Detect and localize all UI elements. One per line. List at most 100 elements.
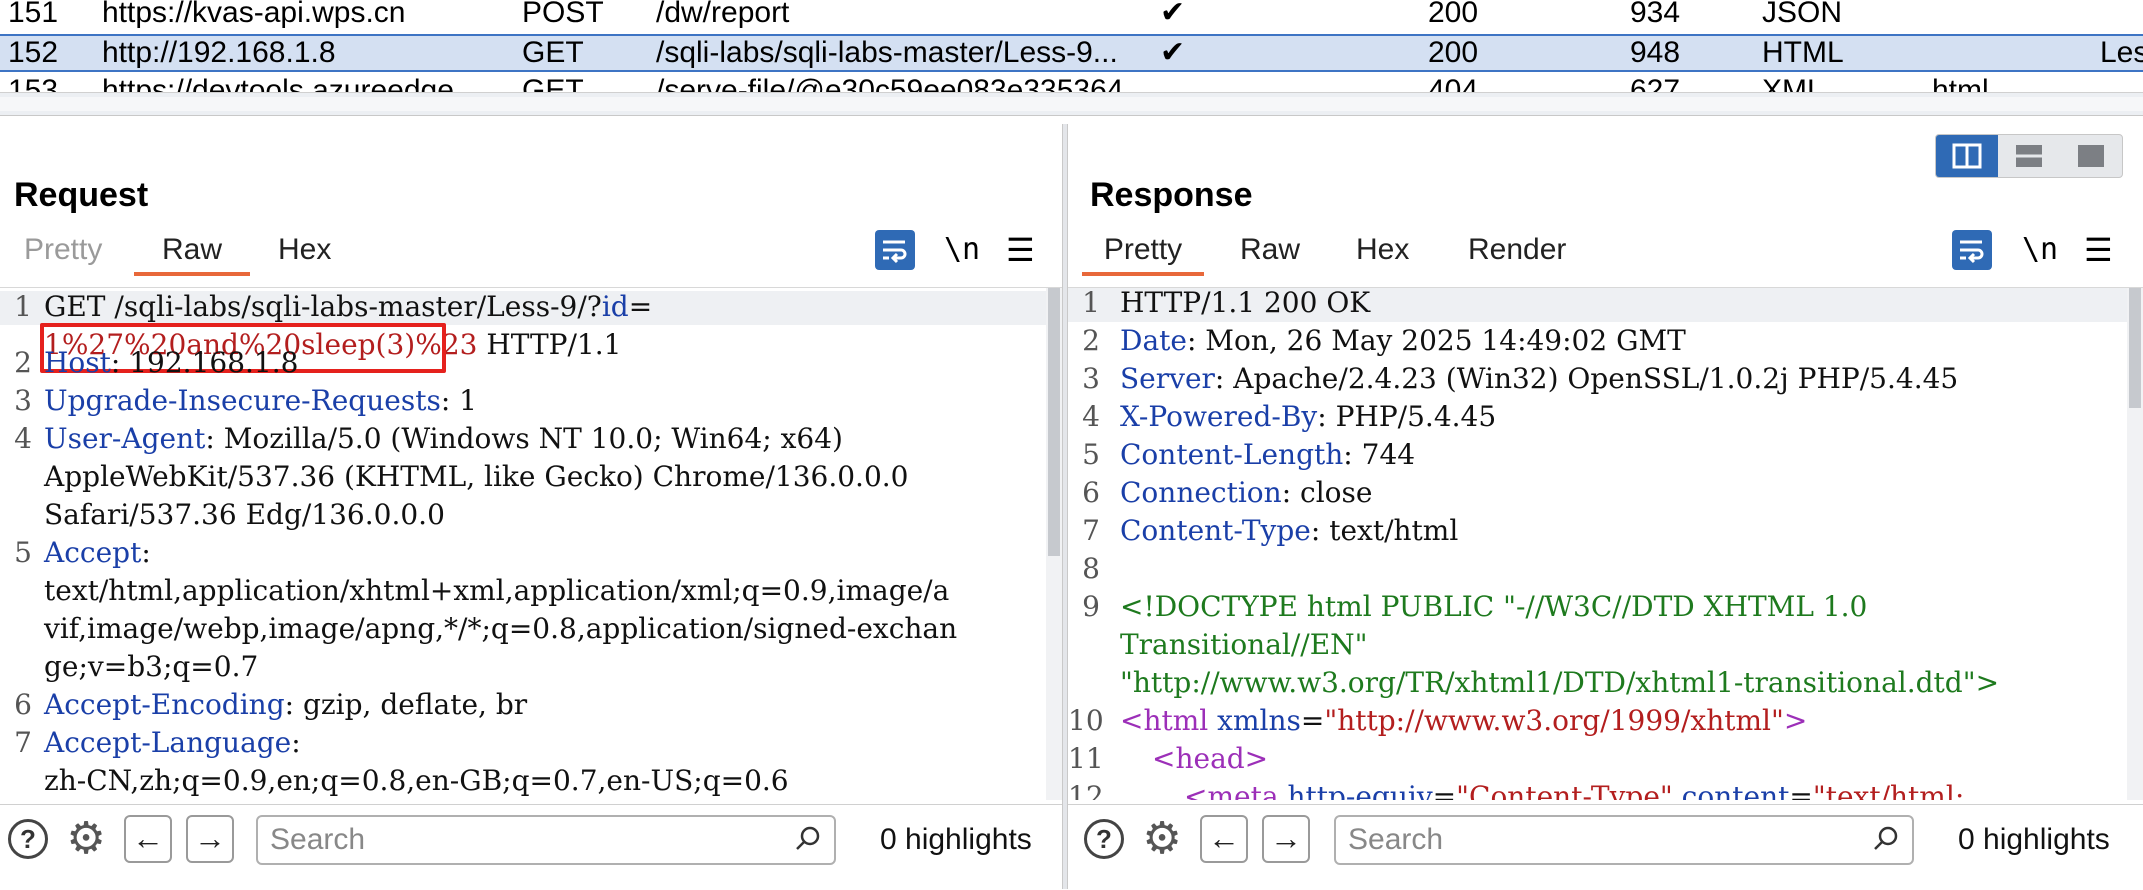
line-number: 7 [1082, 514, 1100, 547]
line-number: 6 [14, 688, 32, 721]
scrollbar-thumb[interactable] [1048, 288, 1060, 556]
row-number: 151 [8, 0, 59, 29]
horizontal-scrollbar[interactable] [0, 92, 2143, 116]
search-icon [796, 826, 820, 850]
line-number: 3 [1082, 362, 1100, 395]
row-method: GET [522, 36, 584, 69]
proxy-history-table: 151 https://kvas-api.wps.cn POST /dw/rep… [0, 0, 2143, 92]
search-icon [1874, 826, 1898, 850]
line-number: 1 [1082, 287, 1100, 319]
row-host: https://devtools.azureedge... [102, 74, 479, 92]
response-toolbar: \n ☰ [1068, 230, 2143, 272]
row-edited-check: ✔ [1160, 0, 1186, 29]
side-by-side-layout-icon[interactable] [1936, 135, 1998, 177]
row-mime: HTML [1762, 36, 1844, 69]
line-number: 8 [1082, 552, 1100, 585]
search-input[interactable]: Search [1334, 815, 1914, 865]
gear-icon[interactable]: ⚙ [62, 815, 110, 863]
scrollbar-thumb[interactable] [0, 97, 2143, 111]
highlights-count: 0 highlights [880, 823, 1032, 856]
request-line-5: Accept: [44, 536, 151, 569]
response-doctype-cont: "http://www.w3.org/TR/xhtml1/DTD/xhtml1-… [1120, 666, 2000, 699]
table-row[interactable]: 151 https://kvas-api.wps.cn POST /dw/rep… [0, 0, 2143, 32]
top-bottom-layout-icon[interactable] [1998, 135, 2060, 177]
response-line-5: Content-Length: 744 [1120, 438, 1416, 471]
response-line-11: <head> [1152, 742, 1269, 775]
line-number: 5 [1082, 438, 1100, 471]
row-url: /serve-file/@e30c59ee083e335364... [656, 74, 1149, 92]
line-number: 9 [1082, 590, 1100, 623]
response-line-6: Connection: close [1120, 476, 1373, 509]
help-icon[interactable]: ? [8, 819, 48, 859]
tabbed-layout-icon[interactable] [2060, 135, 2122, 177]
scrollbar-thumb[interactable] [2129, 288, 2141, 408]
table-row-selected[interactable]: 152 http://192.168.1.8 GET /sqli-labs/sq… [0, 34, 2143, 72]
line-number: 3 [14, 384, 32, 417]
row-status: 200 [1428, 0, 1479, 29]
gear-icon[interactable]: ⚙ [1138, 815, 1186, 863]
newline-toggle-icon[interactable]: \n [2022, 230, 2058, 270]
response-doctype-cont: Transitional//EN" [1120, 628, 1368, 661]
request-toolbar: \n ☰ [0, 230, 1062, 272]
vertical-scrollbar[interactable] [1046, 288, 1062, 800]
line-number: 4 [1082, 400, 1100, 433]
response-doctype: <!DOCTYPE html PUBLIC "-//W3C//DTD XHTML… [1120, 590, 1868, 623]
next-arrow-icon[interactable]: → [186, 815, 234, 863]
request-search-bar: ? ⚙ ← → Search 0 highlights [0, 804, 1062, 890]
wrap-lines-icon[interactable] [1952, 230, 1992, 270]
line-number: 2 [14, 346, 32, 379]
row-url: /sqli-labs/sqli-labs-master/Less-9... [656, 36, 1118, 69]
row-length: 934 [1630, 0, 1681, 29]
request-line-7: Accept-Language: [44, 726, 301, 759]
request-line-7-cont: zh-CN,zh;q=0.9,en;q=0.8,en-GB;q=0.7,en-U… [44, 764, 789, 797]
request-line-6: Accept-Encoding: gzip, deflate, br [44, 688, 528, 721]
row-status: 404 [1428, 74, 1479, 92]
line-number: 10 [1068, 704, 1104, 737]
row-method: GET [522, 74, 584, 92]
line-number: 11 [1068, 742, 1104, 775]
response-title: Response [1090, 176, 1253, 214]
line-number: 7 [14, 726, 32, 759]
previous-arrow-icon[interactable]: ← [124, 815, 172, 863]
row-url: /dw/report [656, 0, 790, 29]
response-line-3: Server: Apache/2.4.23 (Win32) OpenSSL/1.… [1120, 362, 1959, 395]
help-icon[interactable]: ? [1084, 819, 1124, 859]
highlights-count: 0 highlights [1958, 823, 2110, 856]
request-line-4-cont: AppleWebKit/537.36 (KHTML, like Gecko) C… [44, 460, 909, 493]
line-number: 4 [14, 422, 32, 455]
vertical-scrollbar[interactable] [2127, 288, 2143, 800]
response-editor[interactable]: 1 2 3 4 5 6 7 8 9 10 11 12 HTTP/1.1 200 … [1068, 287, 2143, 800]
response-line-7: Content-Type: text/html [1120, 514, 1459, 547]
layout-switcher [1935, 134, 2123, 178]
response-search-bar: ? ⚙ ← → Search 0 highlights [1068, 804, 2143, 890]
line-number: 5 [14, 536, 32, 569]
line-number: 1 [14, 290, 32, 323]
table-row[interactable]: 153 https://devtools.azureedge... GET /s… [0, 72, 2143, 92]
newline-toggle-icon[interactable]: \n [944, 230, 980, 270]
line-number: 6 [1082, 476, 1100, 509]
row-edited-check: ✔ [1160, 36, 1186, 69]
request-pane: Request Pretty Raw Hex \n ☰ 1 2 3 4 5 6 … [0, 124, 1062, 889]
request-title: Request [14, 176, 149, 214]
row-length: 948 [1630, 36, 1681, 69]
response-line-12: <meta http-equiv="Content-Type" content=… [1184, 780, 1965, 800]
row-number: 152 [8, 36, 59, 69]
row-status: 200 [1428, 36, 1479, 69]
line-number: 2 [1082, 324, 1100, 357]
menu-icon[interactable]: ☰ [1006, 230, 1035, 270]
menu-icon[interactable]: ☰ [2084, 230, 2113, 270]
row-length: 627 [1630, 74, 1681, 92]
row-host: https://kvas-api.wps.cn [102, 0, 406, 29]
previous-arrow-icon[interactable]: ← [1200, 815, 1248, 863]
row-host: http://192.168.1.8 [102, 36, 336, 69]
response-line-2: Date: Mon, 26 May 2025 14:49:02 GMT [1120, 324, 1686, 357]
request-line-5-cont: ge;v=b3;q=0.7 [44, 650, 259, 683]
request-line-5-cont: text/html,application/xhtml+xml,applicat… [44, 574, 950, 607]
request-editor[interactable]: 1 2 3 4 5 6 7 GET /sqli-labs/sqli-labs-m… [0, 287, 1062, 800]
wrap-lines-icon[interactable] [875, 230, 915, 270]
row-mime: JSON [1762, 0, 1843, 29]
search-input[interactable]: Search [256, 815, 836, 865]
next-arrow-icon[interactable]: → [1262, 815, 1310, 863]
line-number: 12 [1068, 780, 1104, 800]
response-status-line: HTTP/1.1 200 OK [1120, 287, 1371, 319]
